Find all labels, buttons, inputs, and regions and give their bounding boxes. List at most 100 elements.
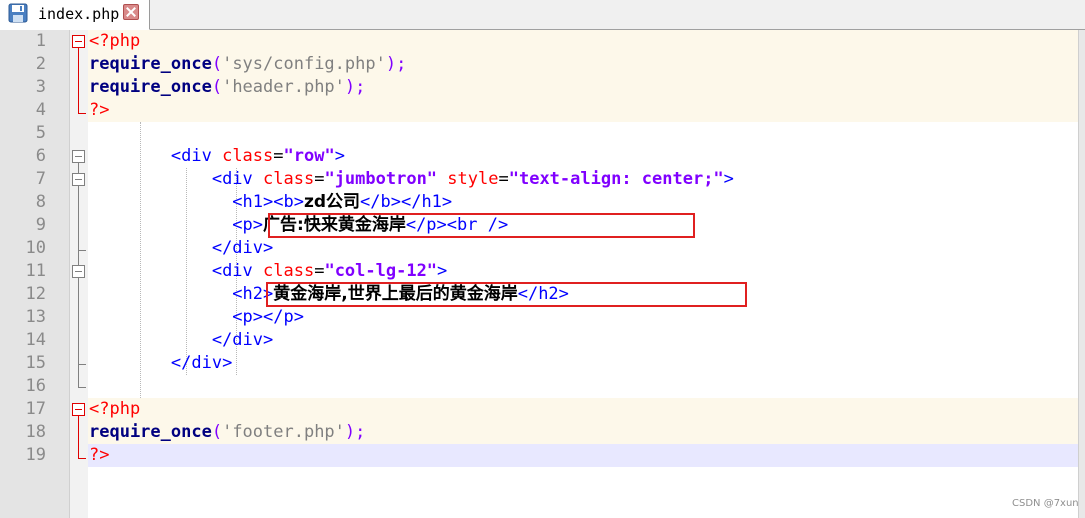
fold-end: [78, 364, 86, 365]
php-open-tag: <?php: [89, 399, 141, 419]
line-number: 19: [25, 445, 46, 465]
line-number: 12: [25, 284, 46, 304]
attribute-value: "jumbotron": [324, 169, 438, 189]
fold-end: [78, 113, 86, 114]
equals: =: [314, 261, 325, 281]
code-line-3: require_once('header.php');: [89, 76, 365, 99]
line-number: 18: [25, 422, 46, 442]
line-number: 6: [35, 146, 46, 166]
html-tag: </div>: [211, 238, 274, 258]
html-tag: <h1><b>: [232, 192, 304, 212]
code-line-13: <p></p>: [89, 306, 304, 329]
code-line-1: <?php: [89, 30, 140, 53]
html-tag: <div: [211, 169, 264, 189]
equals: =: [498, 169, 509, 189]
fold-line: [78, 48, 79, 113]
line-number: 11: [25, 261, 46, 281]
php-open-tag: <?php: [89, 31, 141, 51]
attribute-value: "text-align: center;": [508, 169, 724, 189]
punctuation: (: [211, 422, 223, 442]
line-number: 16: [25, 376, 46, 396]
html-tag: >: [437, 261, 448, 281]
fold-end: [78, 250, 86, 251]
punctuation: );: [344, 77, 366, 97]
annotation-box-line-12: [266, 282, 747, 307]
html-tag: <div: [170, 146, 223, 166]
html-attribute: style: [447, 169, 499, 189]
text-content: zd公司: [303, 192, 361, 212]
code-line-15: </div>: [89, 352, 232, 375]
line-bg: [88, 99, 1078, 122]
equals: =: [273, 146, 284, 166]
attribute-value: "col-lg-12": [324, 261, 438, 281]
attribute-value: "row": [283, 146, 335, 166]
code-line-8: <h1><b>zd公司</b></h1>: [89, 191, 452, 214]
line-number: 3: [35, 77, 46, 97]
punctuation: (: [211, 77, 223, 97]
html-attribute: class: [222, 146, 274, 166]
line-number: 14: [25, 330, 46, 350]
code-line-2: require_once('sys/config.php');: [89, 53, 406, 76]
fold-end: [78, 458, 86, 459]
fold-end: [78, 387, 86, 388]
html-tag: <div: [211, 261, 264, 281]
line-number: 4: [35, 100, 46, 120]
string-literal: 'footer.php': [222, 422, 345, 442]
line-number: 10: [25, 238, 46, 258]
code-editor[interactable]: 1 2 3 4 5 6 7 8 9 10 11 12 13 14 15 16 1…: [0, 30, 1085, 518]
html-tag: </div>: [211, 330, 274, 350]
tab-index-php[interactable]: index.php: [0, 0, 150, 30]
fold-toggle-icon[interactable]: [72, 265, 85, 278]
line-number: 2: [35, 54, 46, 74]
equals: =: [314, 169, 325, 189]
watermark: CSDN @7xun: [1012, 498, 1079, 509]
fold-toggle-icon[interactable]: [72, 150, 85, 163]
html-tag: </b></h1>: [360, 192, 453, 212]
code-line-19: ?>: [89, 444, 109, 467]
code-line-17: <?php: [89, 398, 140, 421]
punctuation: (: [211, 54, 223, 74]
html-tag: <p></p>: [232, 307, 304, 327]
line-number: 8: [35, 192, 46, 212]
floppy-disk-icon: [8, 3, 28, 23]
html-tag: </div>: [170, 353, 233, 373]
close-tab-icon[interactable]: [123, 4, 139, 20]
code-line-14: </div>: [89, 329, 273, 352]
html-tag: >: [334, 146, 345, 166]
line-number: 1: [35, 31, 46, 51]
line-bg: [88, 398, 1078, 421]
string-literal: 'header.php': [222, 77, 345, 97]
html-attribute: class: [263, 169, 315, 189]
code-line-4: ?>: [89, 99, 109, 122]
line-number: 5: [35, 123, 46, 143]
tab-bar: index.php: [0, 0, 1085, 30]
punctuation: );: [385, 54, 407, 74]
fold-toggle-icon[interactable]: [72, 403, 85, 416]
html-tag: <p>: [232, 215, 264, 235]
keyword: require_once: [89, 54, 212, 74]
line-number: 13: [25, 307, 46, 327]
current-line-highlight: [88, 444, 1078, 467]
line-bg: [88, 30, 1078, 53]
fold-toggle-icon[interactable]: [72, 35, 85, 48]
vertical-scrollbar[interactable]: [1078, 30, 1085, 518]
code-line-6: <div class="row">: [89, 145, 345, 168]
line-number: 17: [25, 399, 46, 419]
line-number: 15: [25, 353, 46, 373]
keyword: require_once: [89, 422, 212, 442]
html-attribute: class: [263, 261, 315, 281]
fold-toggle-icon[interactable]: [72, 173, 85, 186]
line-number: 7: [35, 169, 46, 189]
line-number: 9: [35, 215, 46, 235]
php-close-tag: ?>: [89, 100, 110, 120]
php-close-tag: ?>: [89, 445, 110, 465]
tab-label: index.php: [38, 5, 120, 23]
